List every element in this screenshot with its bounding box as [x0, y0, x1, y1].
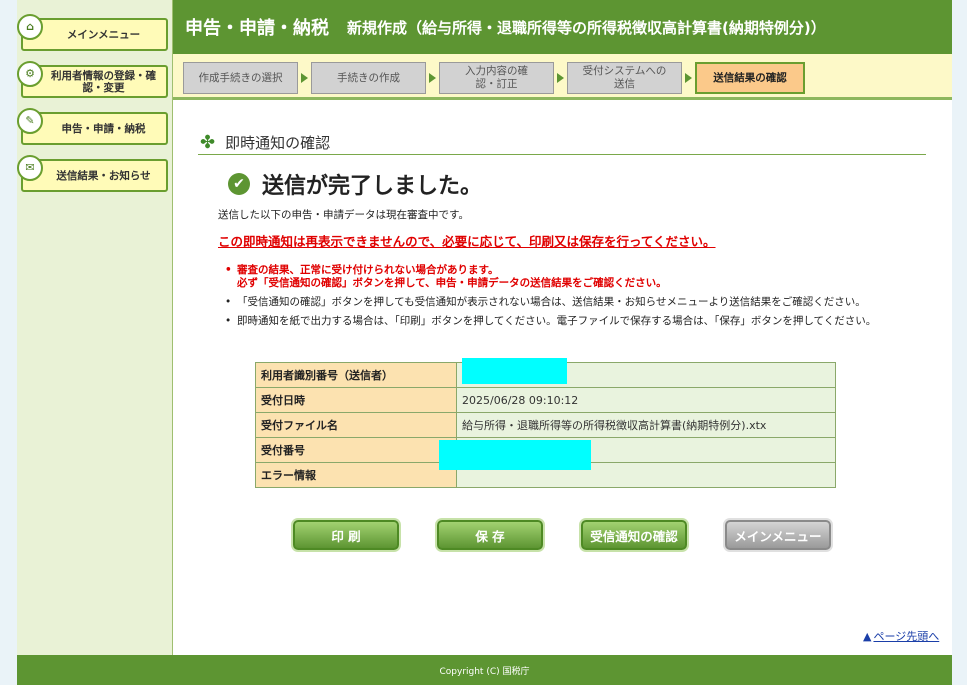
sidebar: ⌂ メインメニュー ⚙ 利用者情報の登録・確認・変更 ✎ 申告・申請・納税 ✉ …: [17, 0, 173, 655]
table-row: 受付日時 2025/06/28 09:10:12: [255, 387, 836, 413]
step-create: 手続きの作成: [311, 62, 426, 94]
page-subtitle: 新規作成（給与所得・退職所得等の所得税徴収高計算書(納期特例分)）: [347, 18, 826, 37]
redaction-mask: [462, 358, 567, 384]
sidebar-item-label: メインメニュー: [66, 28, 141, 41]
notes-list: 審査の結果、正常に受け付けられない場合があります。 必ず「受信通知の確認」ボタン…: [223, 264, 876, 334]
step-confirm: 入力内容の確認・訂正: [439, 62, 554, 94]
table-row: 受付ファイル名 給与所得・退職所得等の所得税徴収高計算書(納期特例分).xtx: [255, 412, 836, 438]
list-item: 即時通知を紙で出力する場合は、「印刷」ボタンを押してください。電子ファイルで保存…: [223, 315, 876, 328]
main-content: ✤ 即時通知の確認 ✔ 送信が完了しました。 送信した以下の申告・申請データは現…: [173, 100, 952, 655]
warning-text: この即時通知は再表示できませんので、必要に応じて、印刷又は保存を行ってください。: [218, 234, 716, 249]
row-key: 受付ファイル名: [255, 412, 457, 438]
step-arrow-icon: [301, 73, 308, 83]
sidebar-item-filing[interactable]: ✎ 申告・申請・納税: [17, 108, 168, 145]
app-frame: ⌂ メインメニュー ⚙ 利用者情報の登録・確認・変更 ✎ 申告・申請・納税 ✉ …: [17, 0, 952, 685]
sidebar-item-label: 送信結果・お知らせ: [56, 169, 151, 182]
document-icon: ✎: [17, 108, 43, 134]
home-icon: ⌂: [17, 14, 43, 40]
row-key: エラー情報: [255, 462, 457, 488]
redaction-mask: [439, 440, 591, 470]
completion-heading: ✔ 送信が完了しました。: [228, 168, 482, 200]
sidebar-item-label: 申告・申請・納税: [61, 122, 146, 135]
step-arrow-icon: [685, 73, 692, 83]
clover-icon: ✤: [200, 131, 216, 153]
page-header: 申告・申請・納税 新規作成（給与所得・退職所得等の所得税徴収高計算書(納期特例分…: [173, 0, 952, 54]
page-top-link[interactable]: ▲ ページ先頭へ: [863, 628, 939, 644]
gear-icon: ⚙: [17, 61, 43, 87]
row-value: 給与所得・退職所得等の所得税徴収高計算書(納期特例分).xtx: [456, 412, 836, 438]
row-key: 利用者識別番号（送信者）: [255, 362, 457, 388]
progress-steps: 作成手続きの選択 手続きの作成 入力内容の確認・訂正 受付システムへの送信 送信…: [173, 54, 952, 100]
step-result: 送信結果の確認: [695, 62, 805, 94]
step-select: 作成手続きの選択: [183, 62, 298, 94]
mail-icon: ✉: [17, 155, 43, 181]
step-send: 受付システムへの送信: [567, 62, 682, 94]
list-item: 審査の結果、正常に受け付けられない場合があります。 必ず「受信通知の確認」ボタン…: [223, 264, 876, 290]
description-text: 送信した以下の申告・申請データは現在審査中です。: [218, 209, 469, 221]
list-item: 「受信通知の確認」ボタンを押しても受信通知が表示されない場合は、送信結果・お知ら…: [223, 296, 876, 309]
sidebar-item-results[interactable]: ✉ 送信結果・お知らせ: [17, 155, 168, 192]
confirm-receipt-button[interactable]: 受信通知の確認: [581, 520, 687, 550]
row-key: 受付番号: [255, 437, 457, 463]
sidebar-item-main-menu[interactable]: ⌂ メインメニュー: [17, 14, 168, 51]
step-arrow-icon: [429, 73, 436, 83]
print-button[interactable]: 印 刷: [293, 520, 399, 550]
section-title: ✤ 即時通知の確認: [198, 130, 926, 155]
check-icon: ✔: [228, 173, 250, 195]
sidebar-item-label: 利用者情報の登録・確認・変更: [51, 69, 156, 94]
row-value: 2025/06/28 09:10:12: [456, 387, 836, 413]
arrow-up-icon: ▲: [863, 630, 872, 643]
row-key: 受付日時: [255, 387, 457, 413]
main-menu-button[interactable]: メインメニュー: [725, 520, 831, 550]
save-button[interactable]: 保 存: [437, 520, 543, 550]
sidebar-item-user-info[interactable]: ⚙ 利用者情報の登録・確認・変更: [17, 61, 168, 98]
page-title: 申告・申請・納税: [185, 18, 329, 39]
step-arrow-icon: [557, 73, 564, 83]
footer: Copyright (C) 国税庁: [17, 655, 952, 685]
